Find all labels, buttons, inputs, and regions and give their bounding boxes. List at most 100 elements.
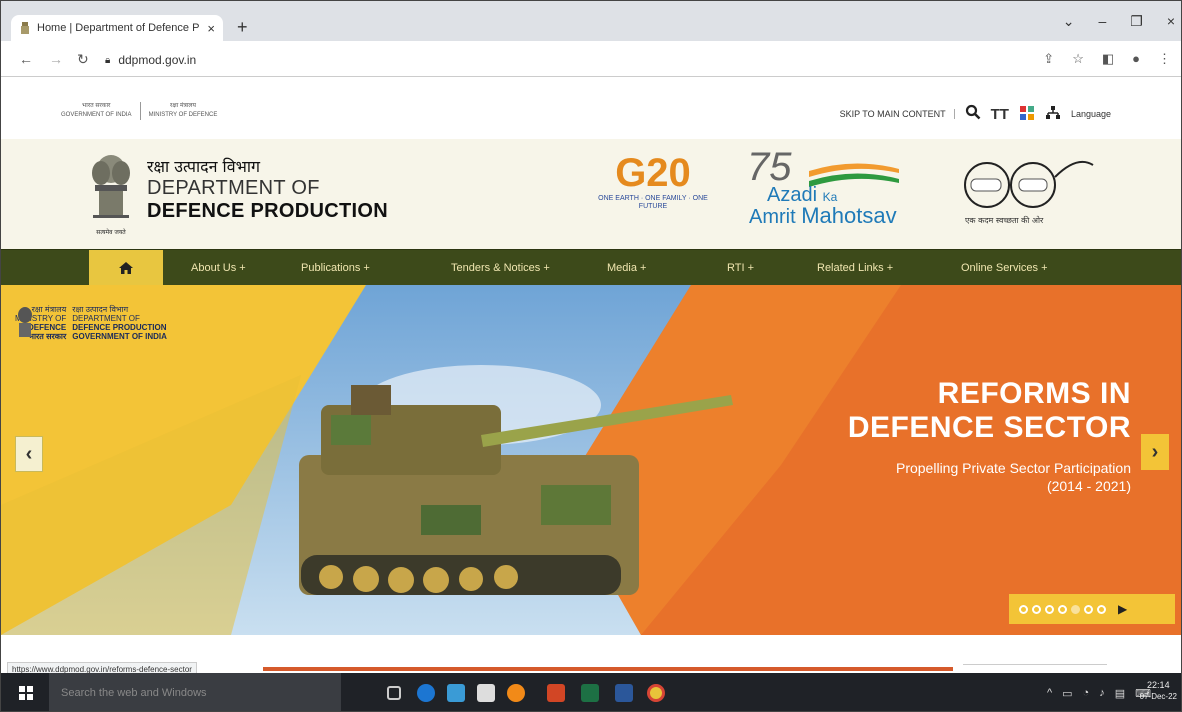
hero-slider[interactable]: रक्षा मंत्रालय MINISTRY OF DEFENCE भारत … xyxy=(1,285,1181,635)
ministry-en: MINISTRY OF DEFENCE xyxy=(148,112,218,118)
task-view-icon[interactable] xyxy=(387,686,401,700)
word-icon[interactable] xyxy=(615,684,633,702)
firefox-icon[interactable] xyxy=(507,684,525,702)
ministry-hi: रक्षा मंत्रालय xyxy=(169,103,196,109)
utility-links: SKIP TO MAIN CONTENT TT Language xyxy=(840,104,1111,124)
tab-close-icon[interactable]: × xyxy=(207,21,215,36)
forward-icon[interactable]: → xyxy=(49,51,63,67)
hero-dept-en-3: GOVERNMENT OF INDIA xyxy=(72,332,167,341)
slider-prev-button[interactable]: ‹ xyxy=(15,436,43,472)
sitemap-icon[interactable] xyxy=(1045,105,1061,123)
notification-icon[interactable]: ▤ xyxy=(1115,687,1125,700)
taskbar-clock[interactable]: 22:14 07-Dec-22 xyxy=(1140,679,1177,703)
govt-en: GOVERNMENT OF INDIA xyxy=(61,112,132,118)
url-text: ddpmod.gov.in xyxy=(118,53,197,67)
dept-name[interactable]: रक्षा उत्पादन विभाग DEPARTMENT OF DEFENC… xyxy=(147,155,388,223)
nav-item-media[interactable]: Media + xyxy=(607,250,646,286)
search-icon[interactable] xyxy=(965,104,981,124)
bookmark-star-icon[interactable]: ☆ xyxy=(1072,51,1084,67)
nav-item-about-us[interactable]: About Us + xyxy=(191,250,246,286)
back-icon[interactable]: ← xyxy=(19,51,33,67)
browser-tab[interactable]: Home | Department of Defence P × xyxy=(11,15,223,41)
clock-time: 22:14 xyxy=(1147,680,1170,690)
small-emblem-icon xyxy=(18,307,32,337)
hero-subtitle-1: Propelling Private Sector Participation xyxy=(895,460,1131,476)
nav-item-online-services[interactable]: Online Services + xyxy=(961,250,1048,286)
profile-icon[interactable]: ● xyxy=(1132,51,1140,67)
national-emblem-logo[interactable]: सत्यमेव जयते xyxy=(85,149,137,236)
g20-logo[interactable]: G20 ONE EARTH · ONE FAMILY · ONE FUTURE xyxy=(593,151,713,227)
nav-item-publications[interactable]: Publications + xyxy=(301,250,370,286)
social-media-icon[interactable] xyxy=(1019,105,1035,123)
windows-start-icon[interactable] xyxy=(19,686,33,705)
web-page: भारत सरकार GOVERNMENT OF INDIA रक्षा मंत… xyxy=(1,78,1181,674)
emblem-caption: सत्यमेव जयते xyxy=(96,229,126,236)
browser-toolbar-icons: ⇪ ☆ ◧ ● ⋮ xyxy=(1043,51,1171,67)
slider-next-button[interactable]: › xyxy=(1141,434,1169,470)
skip-to-main-content-link[interactable]: SKIP TO MAIN CONTENT xyxy=(840,109,955,119)
taskbar-search-input[interactable]: Search the web and Windows xyxy=(49,673,341,711)
ministry-logo-block: रक्षा मंत्रालय MINISTRY OF DEFENCE भारत … xyxy=(15,305,167,341)
network-icon[interactable]: ◔ xyxy=(1083,687,1090,700)
slider-dot[interactable] xyxy=(1084,604,1093,614)
url-bar[interactable]: 🔒︎ ddpmod.gov.in xyxy=(105,49,1015,71)
slider-dot-active[interactable] xyxy=(1071,604,1080,614)
tab-title: Home | Department of Defence P xyxy=(37,22,200,34)
divider xyxy=(139,102,141,120)
powerpoint-icon[interactable] xyxy=(547,684,565,702)
tray-expand-icon[interactable]: ^ xyxy=(1047,687,1052,700)
azadi-ka-amrit-mahotsav-logo[interactable]: 75 Azadi Ka Amrit Mahotsav xyxy=(747,147,937,231)
chrome-icon[interactable] xyxy=(647,684,665,702)
site-header: सत्यमेव जयते रक्षा उत्पादन विभाग DEPARTM… xyxy=(1,139,1181,249)
slider-dot[interactable] xyxy=(1032,604,1041,614)
side-panel-icon[interactable]: ◧ xyxy=(1102,51,1114,67)
nav-home-button[interactable] xyxy=(89,250,163,286)
gov-strip: भारत सरकार GOVERNMENT OF INDIA रक्षा मंत… xyxy=(1,78,1181,139)
store-icon[interactable] xyxy=(477,684,495,702)
edge-browser-icon[interactable] xyxy=(417,684,435,702)
hero-dept-en-1: DEPARTMENT OF xyxy=(72,314,140,323)
slider-dot[interactable] xyxy=(1045,604,1054,614)
slider-dot[interactable] xyxy=(1019,604,1028,614)
browser-window: Home | Department of Defence P × + ⌄ – ❐… xyxy=(0,0,1182,712)
swachh-bharat-logo[interactable]: एक कदम स्वच्छता की ओर xyxy=(957,155,1097,227)
restore-icon[interactable]: ❐ xyxy=(1130,13,1143,30)
slider-dot[interactable] xyxy=(1058,604,1067,614)
amrit-word: Amrit xyxy=(749,206,796,228)
battery-icon[interactable]: ▭ xyxy=(1062,687,1072,700)
hero-title-2: DEFENCE SECTOR xyxy=(847,411,1131,444)
g20-tagline: ONE EARTH · ONE FAMILY · ONE FUTURE xyxy=(598,195,708,210)
dept-name-line2: DEFENCE PRODUCTION xyxy=(147,200,388,222)
lock-icon[interactable]: 🔒︎ xyxy=(105,55,110,66)
ka-word: Ka xyxy=(822,190,838,204)
nav-item-tenders-notices[interactable]: Tenders & Notices + xyxy=(451,250,550,286)
hero-dept-hi: रक्षा उत्पादन विभाग xyxy=(72,305,129,314)
hero-caption: REFORMS IN DEFENCE SECTOR Propelling Pri… xyxy=(811,377,1131,495)
tab-strip: Home | Department of Defence P × + ⌄ – ❐… xyxy=(1,1,1181,41)
volume-icon[interactable]: ♪ xyxy=(1099,687,1105,700)
close-window-icon[interactable]: × xyxy=(1167,13,1175,30)
emblem-favicon-icon xyxy=(19,22,31,34)
share-icon[interactable]: ⇪ xyxy=(1043,51,1054,67)
nav-item-related-links[interactable]: Related Links + xyxy=(817,250,893,286)
excel-icon[interactable] xyxy=(581,684,599,702)
main-nav: About Us + Publications + Tenders & Noti… xyxy=(1,249,1181,286)
play-icon[interactable]: ▶ xyxy=(1118,602,1127,616)
system-tray: ^ ▭ ◔ ♪ ▤ ⌨ xyxy=(1047,687,1151,700)
text-size-icon[interactable]: TT xyxy=(991,106,1009,123)
home-icon xyxy=(119,262,133,274)
clock-date: 07-Dec-22 xyxy=(1139,692,1177,701)
tab-search-icon[interactable]: ⌄ xyxy=(1063,13,1075,30)
file-explorer-icon[interactable] xyxy=(447,684,465,702)
address-bar-row: ← → ↻ 🔒︎ ddpmod.gov.in ⇪ ☆ ◧ ● ⋮ xyxy=(1,41,1181,77)
hero-subtitle-2: (2014 - 2021) xyxy=(1046,478,1131,494)
minimize-icon[interactable]: – xyxy=(1098,13,1106,30)
menu-kebab-icon[interactable]: ⋮ xyxy=(1158,51,1171,67)
windows-taskbar: Search the web and Windows ^ ▭ ◔ ♪ ▤ ⌨ 2… xyxy=(1,673,1181,711)
slider-dot[interactable] xyxy=(1097,604,1106,614)
language-selector[interactable]: Language xyxy=(1071,109,1111,119)
nav-item-rti[interactable]: RTI + xyxy=(727,250,754,286)
reload-icon[interactable]: ↻ xyxy=(77,51,89,68)
new-tab-button[interactable]: + xyxy=(237,17,248,38)
window-controls: ⌄ – ❐ × xyxy=(1063,13,1175,30)
